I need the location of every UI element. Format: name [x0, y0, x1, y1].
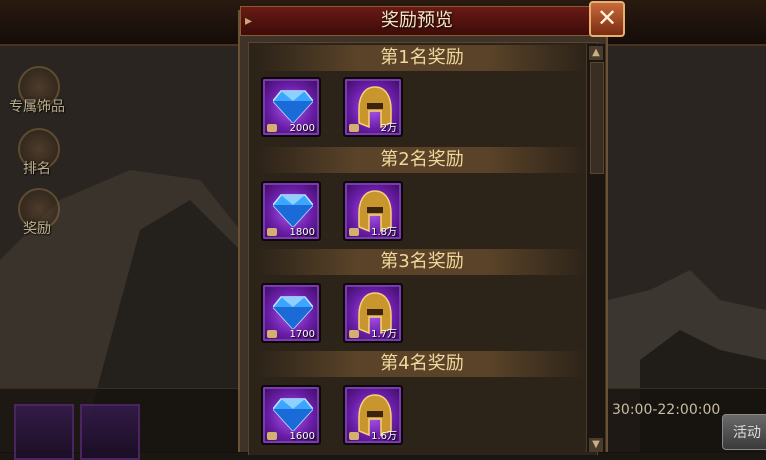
- reward-list[interactable]: 第1名奖励 2000 2万 第2名奖励 1800 1.8万 第3名奖励 1700: [248, 42, 598, 455]
- scroll-down-icon[interactable]: ▼: [589, 438, 603, 452]
- blue-diamond-icon: [273, 296, 313, 329]
- reward-item-diamond[interactable]: 1800: [261, 181, 321, 241]
- side-button-exclusive[interactable]: 专属饰品: [9, 66, 65, 120]
- lock-icon: [349, 330, 359, 338]
- lock-icon: [267, 432, 277, 440]
- reward-item-helmet[interactable]: 1.6万: [343, 385, 403, 445]
- item-quantity: 1800: [289, 227, 315, 238]
- scrollbar[interactable]: ▲ ▼: [586, 44, 605, 452]
- item-quantity: 1.7万: [371, 329, 397, 340]
- close-icon: ✕: [596, 4, 618, 32]
- blue-diamond-icon: [273, 90, 313, 123]
- dialog-title-bar: ▸ 奖励预览: [240, 6, 592, 36]
- item-quantity: 1.6万: [371, 431, 397, 442]
- rank-header-3: 第3名奖励: [257, 249, 587, 275]
- blue-diamond-icon: [273, 398, 313, 431]
- item-quantity: 1.8万: [371, 227, 397, 238]
- item-quantity: 2万: [380, 123, 397, 134]
- lock-icon: [349, 432, 359, 440]
- item-quantity: 2000: [289, 123, 315, 134]
- reward-item-helmet[interactable]: 1.7万: [343, 283, 403, 343]
- item-quantity: 1700: [289, 329, 315, 340]
- side-button-rewards[interactable]: 奖励: [10, 188, 64, 242]
- event-time: 30:00-22:00:00: [612, 402, 721, 418]
- blue-diamond-icon: [273, 194, 313, 227]
- reward-item-diamond[interactable]: 1600: [261, 385, 321, 445]
- rank-header-1: 第1名奖励: [257, 45, 587, 71]
- lock-icon: [267, 228, 277, 236]
- item-quantity: 1600: [289, 431, 315, 442]
- reward-preview-dialog: 第1名奖励 2000 2万 第2名奖励 1800 1.8万 第3名奖励 1700: [238, 10, 608, 455]
- side-label-rewards: 奖励: [23, 221, 51, 237]
- reward-item-diamond[interactable]: 2000: [261, 77, 321, 137]
- rank-header-4: 第4名奖励: [257, 351, 587, 377]
- close-button[interactable]: ✕: [589, 1, 625, 37]
- activity-button[interactable]: 活动: [722, 414, 766, 450]
- side-label-exclusive: 专属饰品: [9, 99, 65, 115]
- lock-icon: [349, 228, 359, 236]
- dialog-title: 奖励预览: [381, 10, 453, 31]
- lock-icon: [349, 124, 359, 132]
- scroll-up-icon[interactable]: ▲: [589, 46, 603, 60]
- side-label-ranking: 排名: [23, 161, 51, 177]
- reward-item-helmet[interactable]: 2万: [343, 77, 403, 137]
- lock-icon: [267, 124, 277, 132]
- reward-item-diamond[interactable]: 1700: [261, 283, 321, 343]
- lock-icon: [267, 330, 277, 338]
- side-button-ranking[interactable]: 排名: [10, 128, 64, 182]
- rank-header-2: 第2名奖励: [257, 147, 587, 173]
- reward-item-helmet[interactable]: 1.8万: [343, 181, 403, 241]
- scroll-thumb[interactable]: [590, 62, 604, 174]
